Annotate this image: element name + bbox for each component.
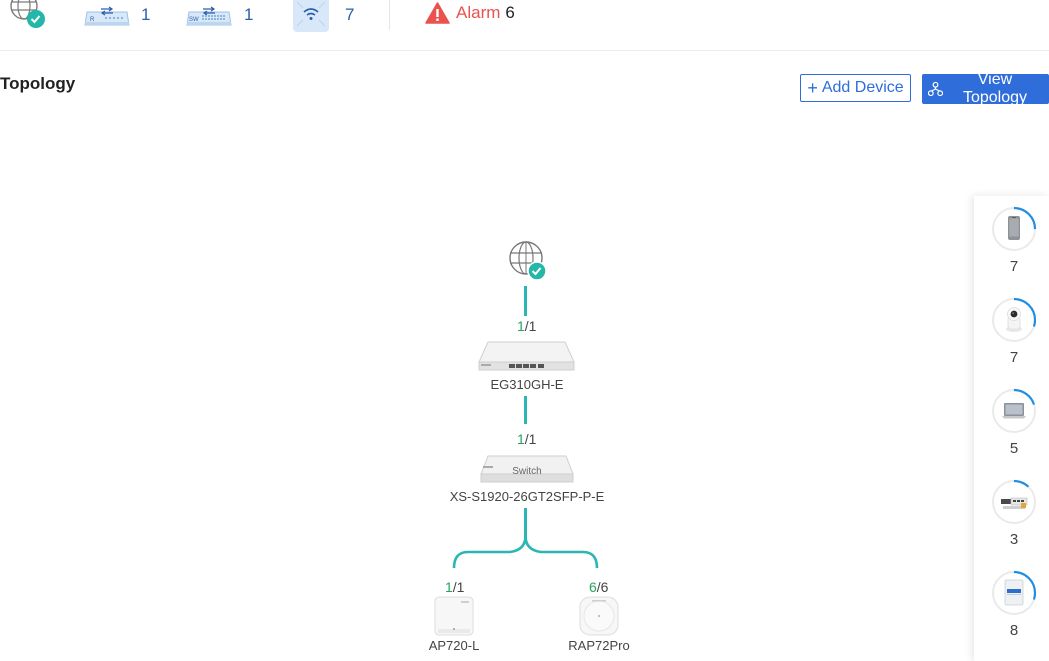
link-switch-aps (452, 535, 599, 569)
phone-icon (1008, 216, 1020, 240)
alarm-indicator[interactable]: Alarm 6 (425, 2, 515, 24)
view-topology-button[interactable]: View Topology (922, 71, 1049, 106)
client-count-phone: 7 (1009, 258, 1019, 275)
router-icon[interactable]: R (83, 3, 131, 27)
alarm-count: 6 (505, 3, 515, 22)
ap2-port-status: 6/6 (589, 579, 609, 595)
wifi-ap-icon[interactable] (293, 0, 329, 32)
link-internet-gateway (524, 286, 527, 316)
router-count[interactable]: 1 (141, 5, 150, 25)
client-stats-panel: 7 7 5 3 8 (974, 196, 1049, 661)
client-type-phone[interactable]: 7 (974, 196, 1049, 281)
switch-port-status: 1/1 (517, 431, 537, 447)
client-type-panel-ap[interactable]: 8 (974, 560, 1049, 645)
add-device-button[interactable]: + Add Device (800, 74, 911, 102)
globe-check-icon[interactable] (4, 0, 48, 30)
dashboard-root: R 1 SW 1 7 Alarm 6 Topology + Add Device… (0, 0, 1049, 661)
gateway-node[interactable] (478, 340, 575, 372)
switch-node[interactable]: Switch (480, 454, 574, 484)
client-ring (991, 570, 1037, 616)
plus-icon: + (807, 78, 818, 98)
client-count-camera: 7 (1009, 349, 1019, 366)
svg-text:R: R (90, 17, 95, 23)
client-ring (991, 206, 1037, 252)
ap-count[interactable]: 7 (345, 5, 354, 25)
panel-ap-icon (1004, 579, 1024, 606)
client-count-laptop: 5 (1009, 440, 1019, 457)
client-count-panel-ap: 8 (1009, 622, 1019, 639)
svg-text:SW: SW (189, 17, 199, 23)
status-divider (389, 0, 390, 30)
link-gateway-switch (524, 396, 527, 424)
globe-check-icon (509, 241, 547, 281)
camera-icon (1006, 307, 1022, 332)
gateway-port-status: 1/1 (517, 318, 537, 334)
switch-name: XS-S1920-26GT2SFP-P-E (449, 489, 605, 504)
network-device-icon (1001, 497, 1028, 509)
ap1-port-status: 1/1 (445, 579, 465, 595)
laptop-icon (1002, 403, 1026, 419)
switch-icon[interactable]: SW (185, 3, 233, 27)
view-topology-label: View Topology (962, 71, 1027, 106)
rap72pro-node[interactable] (579, 596, 619, 636)
warning-triangle-icon (425, 2, 450, 24)
alarm-label: Alarm (456, 3, 501, 22)
page-title: Topology (0, 74, 76, 93)
client-ring (991, 388, 1037, 434)
topology-icon (928, 81, 943, 97)
client-count-network-device: 3 (1009, 531, 1019, 548)
add-device-label: Add Device (821, 79, 904, 96)
client-ring (991, 297, 1037, 343)
status-bar: R 1 SW 1 7 Alarm 6 (0, 0, 1049, 51)
client-type-network-device[interactable]: 3 (974, 469, 1049, 554)
gateway-name: EG310GH-E (490, 377, 564, 392)
client-type-camera[interactable]: 7 (974, 287, 1049, 372)
internet-node[interactable] (507, 241, 551, 283)
client-type-laptop[interactable]: 5 (974, 378, 1049, 463)
switch-count[interactable]: 1 (244, 5, 253, 25)
switch-faceplate-label: Switch (512, 466, 542, 477)
client-ring (991, 479, 1037, 525)
ap1-name: AP720-L (428, 638, 480, 653)
ap2-name: RAP72Pro (568, 638, 630, 653)
ap720-node[interactable] (434, 596, 474, 636)
